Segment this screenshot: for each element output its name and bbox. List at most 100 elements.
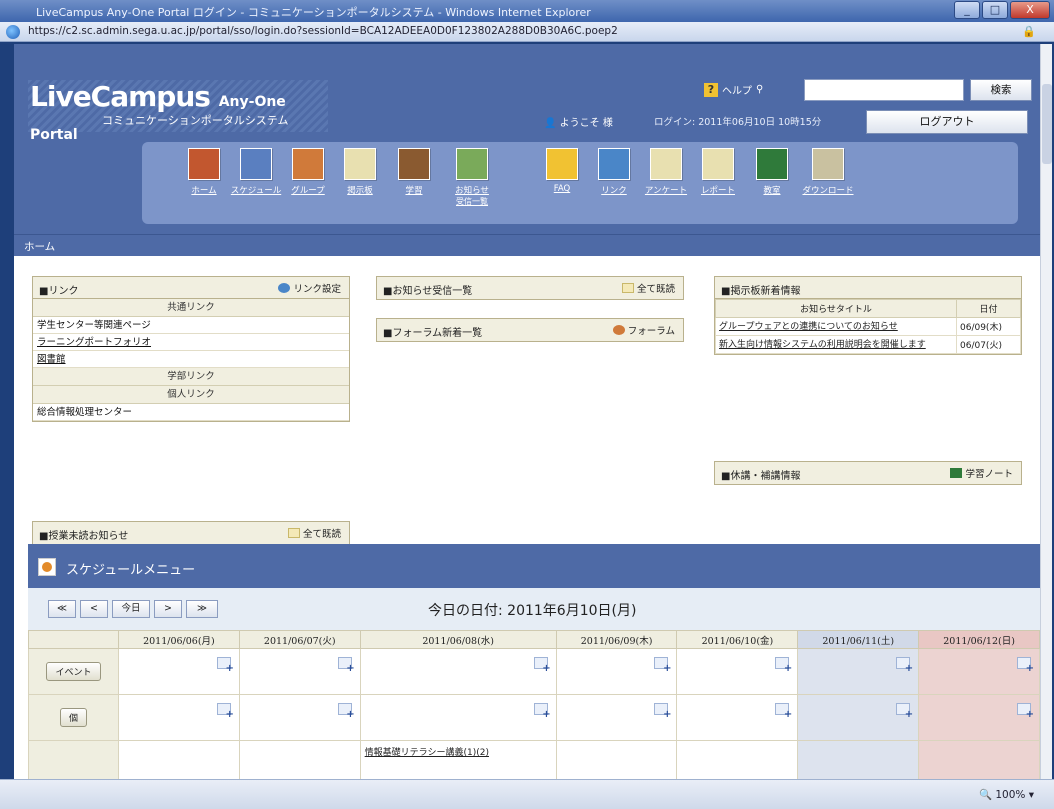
day-cell[interactable] <box>555 694 678 741</box>
menu-item-group[interactable]: グループ <box>280 148 336 196</box>
event-row-label[interactable]: イベント <box>46 662 101 681</box>
search-button[interactable]: 検索 <box>970 79 1032 101</box>
mark-read-button[interactable]: 全て既読 <box>287 526 341 540</box>
notice-col-date: 日付 <box>956 299 1021 318</box>
day-cell[interactable] <box>676 740 799 779</box>
study-note-button[interactable]: 学習ノート <box>950 466 1013 480</box>
portal-header: LiveCampus Any-One Portal コミュニケーションポータルシ… <box>14 44 1040 234</box>
breadcrumb-home[interactable]: ホーム <box>24 239 55 254</box>
add-event-icon[interactable] <box>216 703 234 720</box>
day-cell[interactable] <box>797 694 920 741</box>
news-panel: ■お知らせ受信一覧 全て既読 <box>376 276 684 300</box>
day-cell[interactable]: 情報基礎リテラシー講義(1)(2) <box>359 740 557 779</box>
add-event-icon[interactable] <box>896 657 913 674</box>
add-event-icon[interactable] <box>533 703 551 720</box>
menu-item-notice[interactable]: お知らせ 受信一覧 <box>444 148 500 207</box>
notice-panel: ■掲示板新着情報 お知らせタイトル 日付 グループウェアとの連携についてのお知ら… <box>714 276 1022 355</box>
class-row: 情報基礎リテラシー講義(1)(2) <box>28 740 1040 779</box>
menu-item-board[interactable]: 掲示板 <box>332 148 388 196</box>
day-cell[interactable] <box>918 694 1040 741</box>
add-event-icon[interactable] <box>775 703 792 720</box>
url-field[interactable]: https://c2.sc.admin.sega.u.ac.jp/portal/… <box>28 25 618 37</box>
day-header: 2011/06/06(月) <box>118 630 240 649</box>
help-label: ヘルプ <box>722 86 752 97</box>
question-icon <box>546 148 578 180</box>
menu-item-home[interactable]: ホーム <box>176 148 232 196</box>
search-icon: ⚲ <box>756 84 764 95</box>
menu-item-schedule[interactable]: スケジュール <box>228 148 284 196</box>
day-cell[interactable] <box>918 648 1040 695</box>
logout-button[interactable]: ログアウト <box>866 110 1028 134</box>
day-cell[interactable] <box>359 648 557 695</box>
day-cell[interactable] <box>918 740 1040 779</box>
day-cell[interactable] <box>797 648 920 695</box>
close-button[interactable]: X <box>1010 1 1050 19</box>
day-cell[interactable] <box>676 694 799 741</box>
link-settings-button[interactable]: リンク設定 <box>278 281 341 295</box>
link-learning-portfolio[interactable]: ラーニングポートフォリオ <box>33 334 349 351</box>
day-cell[interactable] <box>118 740 240 779</box>
news-mark-read-button[interactable]: 全て既読 <box>621 281 675 295</box>
menu-item-study[interactable]: 学習 <box>386 148 442 196</box>
menu-item-download[interactable]: ダウンロード <box>800 148 856 196</box>
notice-row: 新入生向け情報システムの利用説明会を開催します 06/07(火) <box>715 335 1021 354</box>
link-info-center[interactable]: 総合情報処理センター <box>33 404 349 421</box>
day-cell[interactable] <box>555 648 678 695</box>
add-event-icon[interactable] <box>533 657 551 674</box>
add-event-icon[interactable] <box>896 703 913 720</box>
forum-button[interactable]: フォーラム <box>612 323 675 337</box>
menu-item-classroom[interactable]: 教室 <box>744 148 800 196</box>
add-event-icon[interactable] <box>337 657 355 674</box>
menu-item-survey[interactable]: アンケート <box>638 148 694 196</box>
news-panel-title: ■お知らせ受信一覧 <box>383 286 473 297</box>
day-cell[interactable] <box>797 740 920 779</box>
minimize-button[interactable]: _ <box>954 1 980 19</box>
menu-item-faq[interactable]: FAQ <box>534 148 590 194</box>
prev-day-button[interactable]: < <box>80 600 108 618</box>
link-library[interactable]: 図書館 <box>33 351 349 368</box>
add-event-icon[interactable] <box>216 657 234 674</box>
day-cell[interactable] <box>118 648 240 695</box>
maximize-button[interactable]: □ <box>982 1 1008 19</box>
prev-week-button[interactable]: ≪ <box>48 600 76 618</box>
today-button[interactable]: 今日 <box>112 600 150 618</box>
day-cell[interactable] <box>118 694 240 741</box>
day-header: 2011/06/10(金) <box>676 630 799 649</box>
day-cell[interactable] <box>238 648 361 695</box>
search-input[interactable] <box>804 79 964 101</box>
link-student-center[interactable]: 学生センター等関連ページ <box>33 317 349 334</box>
personal-row-label[interactable]: 個 <box>59 708 87 727</box>
zoom-level[interactable]: 100% <box>995 789 1025 801</box>
day-cell[interactable] <box>555 740 678 779</box>
people-icon <box>612 325 625 335</box>
home-icon <box>188 148 220 180</box>
day-cell[interactable] <box>676 648 799 695</box>
notice-title[interactable]: グループウェアとの連携についてのお知らせ <box>715 317 957 336</box>
zoom-icon: 🔍 <box>978 789 993 801</box>
add-event-icon[interactable] <box>775 657 792 674</box>
menu-item-report[interactable]: レポート <box>690 148 746 196</box>
day-cell[interactable] <box>359 694 557 741</box>
next-week-button[interactable]: ≫ <box>186 600 218 618</box>
vertical-scrollbar[interactable] <box>1040 44 1052 779</box>
help-link[interactable]: ? ヘルプ ⚲ <box>704 82 763 97</box>
report-icon <box>702 148 734 180</box>
next-day-button[interactable]: > <box>154 600 182 618</box>
scrollbar-thumb[interactable] <box>1042 84 1052 164</box>
window-titlebar: LiveCampus Any-One Portal ログイン - コミュニケーシ… <box>0 0 1054 22</box>
add-event-icon[interactable] <box>1017 703 1034 720</box>
notice-panel-title: ■掲示板新着情報 <box>721 286 801 297</box>
day-cell[interactable] <box>238 694 361 741</box>
day-header-sun: 2011/06/12(日) <box>918 630 1040 649</box>
brand-name: LiveCampus <box>30 80 211 113</box>
lock-icon[interactable]: 🔒 <box>1022 25 1036 38</box>
day-cell[interactable] <box>238 740 361 779</box>
notice-title[interactable]: 新入生向け情報システムの利用説明会を開催します <box>715 335 957 354</box>
add-event-icon[interactable] <box>1017 657 1034 674</box>
menu-item-link[interactable]: リンク <box>586 148 642 196</box>
add-event-icon[interactable] <box>337 703 355 720</box>
add-event-icon[interactable] <box>654 657 671 674</box>
add-event-icon[interactable] <box>654 703 671 720</box>
event-link[interactable]: 情報基礎リテラシー講義(1)(2) <box>365 745 489 758</box>
logo[interactable]: LiveCampus Any-One Portal コミュニケーションポータルシ… <box>28 80 328 143</box>
